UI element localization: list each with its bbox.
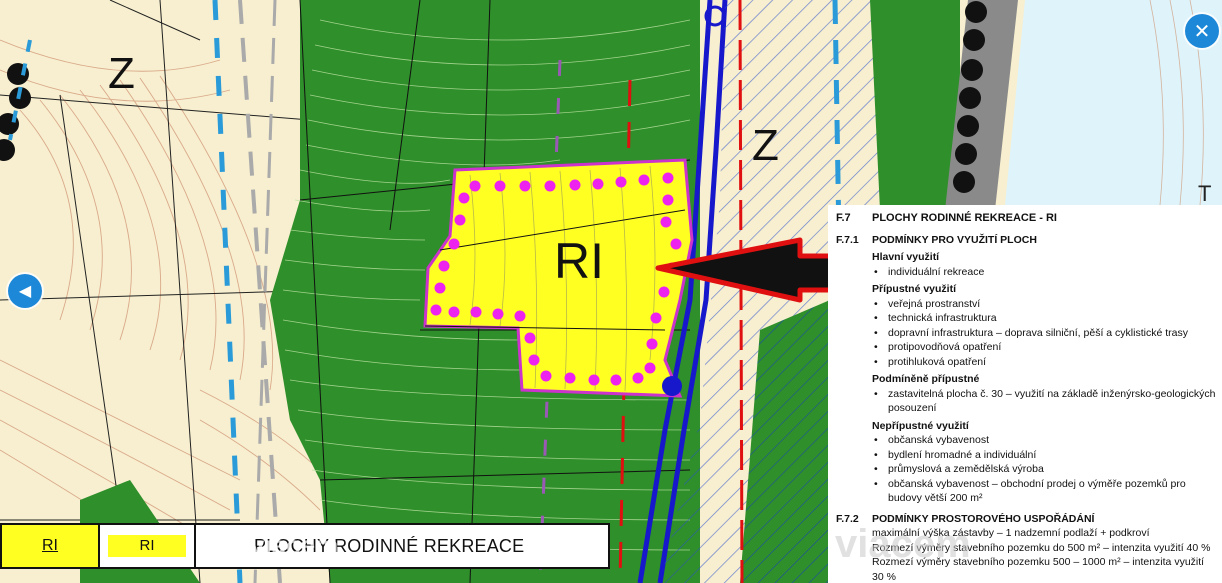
main-use-heading: Hlavní využití [872,251,940,264]
list-item: technická infrastruktura [872,311,1218,326]
list-item: občanská vybavenost – obchodní prodej o … [872,477,1218,506]
subsection-heading: F.7.2 PODMÍNKY PROSTOROVÉHO USPOŘÁDÁNÍ [836,512,1218,526]
list-item: protihluková opatření [872,355,1218,370]
conditional-list: zastavitelná plocha č. 30 – využití na z… [828,387,1218,416]
forbidden-list: občanská vybavenost bydlení hromadné a i… [828,433,1218,505]
conditional-heading: Podmíněně přípustné [872,373,980,386]
subsection-number: F.7.2 [836,512,859,525]
main-use-list: individuální rekreace [828,265,1218,280]
list-item: protipovodňová opatření [872,340,1218,355]
list-item: bydlení hromadné a individuální [872,448,1218,463]
list-item: veřejná prostranství [872,297,1218,312]
zone-label-z: Z [752,121,779,170]
zone-label-z: Z [108,49,135,98]
spatial-rule: Rozmezí výměry stavebního pozemku 500 – … [872,556,1205,583]
section-heading: F.7 PLOCHY RODINNÉ REKREACE - RI [836,211,1057,226]
map-legend: RI RI PLOCHY RODINNÉ REKREACE [0,523,610,569]
forest-east [870,0,960,210]
plot-label-ri: RI [554,233,604,289]
subsection-title: PODMÍNKY PRO VYUŽITÍ PLOCH [872,234,1037,246]
list-item: zastavitelná plocha č. 30 – využití na z… [872,387,1218,416]
legend-name: PLOCHY RODINNÉ REKREACE [254,535,525,556]
spatial-rule: maximální výška zástavby – 1 nadzemní po… [872,527,1150,540]
list-item: dopravní infrastruktura – doprava silnič… [872,326,1218,341]
forbidden-heading: Nepřípustné využití [872,419,969,432]
legend-swatch: RI [100,525,196,567]
list-item: průmyslová a zemědělská výroba [872,462,1218,477]
legend-code: RI [2,525,100,567]
spatial-rule: Rozmezí výměry stavebního pozemku do 500… [872,541,1211,554]
list-item: občanská vybavenost [872,433,1218,448]
chevron-left-icon: ◀ [18,283,32,300]
close-icon: ✕ [1193,20,1211,43]
section-number: F.7 [836,212,851,224]
section-title: PLOCHY RODINNÉ REKREACE - RI [872,212,1057,224]
close-button[interactable]: ✕ [1185,14,1219,48]
subsection-title: PODMÍNKY PROSTOROVÉHO USPOŘÁDÁNÍ [872,512,1095,525]
permitted-heading: Přípustné využití [872,283,957,296]
regulation-document: F.7 PLOCHY RODINNÉ REKREACE - RI F.7.1 POD… [828,205,1222,583]
permitted-list: veřejná prostranství technická infrastru… [828,297,1218,370]
list-item: individuální rekreace [872,265,1218,280]
prev-image-button[interactable]: ◀ [8,274,42,308]
subsection-heading: F.7.1 PODMÍNKY PRO VYUŽITÍ PLOCH [836,233,1218,247]
subsection-number: F.7.1 [836,234,859,246]
river-marker [662,376,682,396]
legend-swatch-label: RI [108,535,186,557]
